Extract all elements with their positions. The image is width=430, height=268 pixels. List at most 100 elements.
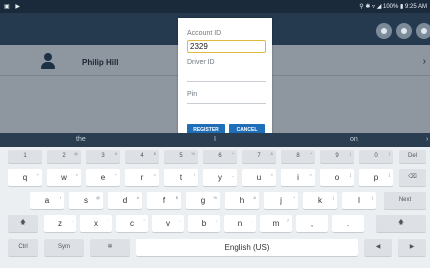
key-s[interactable]: s @ [69, 192, 103, 209]
settings-key[interactable]: ✲ [90, 239, 130, 256]
key-2-alt: @ [73, 151, 78, 156]
key-9[interactable]: 9( [320, 150, 354, 163]
key-6-label: 6 [218, 153, 222, 159]
cursor-left-key[interactable]: ◀ [364, 239, 392, 256]
key-g[interactable]: g% [186, 192, 220, 209]
key-3-label: 3 [101, 153, 105, 159]
key-t[interactable]: t / [164, 169, 198, 186]
key-punct8[interactable]: . [332, 215, 364, 232]
action-circle-icon-3[interactable] [416, 23, 430, 39]
key-z[interactable]: z- [44, 215, 76, 232]
key-a[interactable]: a! [30, 192, 64, 209]
delete-key[interactable]: Del [399, 150, 426, 163]
status-bar: ▣ ▶ ⚲ ✱ ▿ ◢ 100% ▮ 9:25 AM [0, 0, 430, 13]
key-y-label: y [218, 173, 222, 182]
key-d[interactable]: d # [108, 192, 142, 209]
key-7-alt: & [270, 151, 273, 156]
key-8[interactable]: 8 * [281, 150, 315, 163]
key-punct7-label: , [310, 219, 314, 228]
key-l[interactable]: l) [342, 192, 376, 209]
key-2[interactable]: 2 @ [47, 150, 81, 163]
key-f-label: f [162, 196, 166, 205]
space-key[interactable]: English (US) [136, 239, 358, 256]
key-c[interactable]: c " [116, 215, 148, 232]
key-r[interactable]: r = [125, 169, 159, 186]
action-circle-icon-1[interactable] [376, 23, 392, 39]
key-m[interactable]: m? [260, 215, 292, 232]
key-u[interactable]: u < [242, 169, 276, 186]
key-m-alt: ? [286, 218, 289, 223]
key-x-label: x [94, 219, 98, 228]
key-0[interactable]: 0) [359, 150, 393, 163]
key-z-alt: - [71, 218, 73, 223]
key-u-label: u [256, 173, 262, 182]
key-w-label: w [61, 173, 67, 182]
shift-key-left[interactable]: 🡅 [8, 215, 38, 232]
key-t-label: t [179, 173, 183, 182]
key-5[interactable]: 5% [164, 150, 198, 163]
key-v[interactable]: v: [152, 215, 184, 232]
key-1[interactable]: 1 [8, 150, 42, 163]
driver-id-underline [187, 81, 266, 82]
soft-keyboard: the I on › 1 2 @3 #4 $5% 6 ^ 7 & 8 * 9(0) Del q + w × e ÷ r… [0, 133, 430, 268]
key-a-alt: ! [59, 195, 61, 200]
ctrl-key-label: Ctrl [18, 244, 28, 250]
key-d-label: d [122, 196, 128, 205]
key-9-alt: ( [349, 151, 351, 156]
key-6[interactable]: 6 ^ [203, 150, 237, 163]
key-r-label: r [140, 173, 144, 182]
key-f[interactable]: f $ [147, 192, 181, 209]
suggestion-3[interactable]: on [350, 136, 358, 143]
chevron-right-icon: › [422, 56, 426, 67]
key-o[interactable]: o[ [320, 169, 354, 186]
key-b[interactable]: b; [188, 215, 220, 232]
key-k[interactable]: k( [303, 192, 337, 209]
key-h[interactable]: h & [225, 192, 259, 209]
action-circle-icon-2[interactable] [396, 23, 412, 39]
pin-underline [187, 103, 266, 104]
key-p[interactable]: p] [359, 169, 393, 186]
key-punct7[interactable]: , [296, 215, 328, 232]
key-y-alt: _ [231, 172, 234, 177]
next-key[interactable]: Next [384, 192, 426, 209]
key-8-label: 8 [296, 153, 300, 159]
key-s-label: s [84, 196, 88, 205]
key-q[interactable]: q + [8, 169, 42, 186]
cursor-right-key-label: ▶ [409, 244, 415, 250]
key-p-alt: ] [388, 172, 390, 177]
key-4-label: 4 [140, 153, 144, 159]
sym-key-label: Sym [58, 244, 70, 250]
key-c-label: c [130, 219, 134, 228]
suggestion-2[interactable]: I [214, 136, 216, 143]
key-punct8-label: . [346, 219, 350, 228]
key-v-alt: : [179, 218, 181, 223]
backspace-key[interactable]: ⌫ [399, 169, 426, 186]
key-j[interactable]: j * [264, 192, 298, 209]
key-n[interactable]: n, [224, 215, 256, 232]
shift-key-right[interactable]: 🡅 [376, 215, 426, 232]
key-4[interactable]: 4 $ [125, 150, 159, 163]
key-d-alt: # [136, 195, 139, 200]
key-9-label: 9 [335, 153, 339, 159]
key-q-label: q [22, 173, 28, 182]
sym-key[interactable]: Sym [44, 239, 84, 256]
suggestion-more-icon[interactable]: › [426, 136, 428, 143]
account-id-input[interactable]: 2329 [187, 40, 266, 53]
settings-key-label: ✲ [107, 244, 113, 250]
key-g-alt: % [213, 195, 217, 200]
driver-id-input[interactable] [187, 68, 264, 79]
user-name: Philip Hill [82, 58, 119, 67]
key-w[interactable]: w × [47, 169, 81, 186]
key-i[interactable]: i > [281, 169, 315, 186]
key-7[interactable]: 7 & [242, 150, 276, 163]
key-x[interactable]: x ' [80, 215, 112, 232]
suggestion-1[interactable]: the [76, 136, 86, 143]
cursor-right-key[interactable]: ▶ [398, 239, 426, 256]
key-3[interactable]: 3 # [86, 150, 120, 163]
key-3-alt: # [114, 151, 117, 156]
key-4-alt: $ [153, 151, 156, 156]
key-l-label: l [358, 196, 360, 205]
ctrl-key[interactable]: Ctrl [8, 239, 38, 256]
key-y[interactable]: y _ [203, 169, 237, 186]
key-e[interactable]: e ÷ [86, 169, 120, 186]
